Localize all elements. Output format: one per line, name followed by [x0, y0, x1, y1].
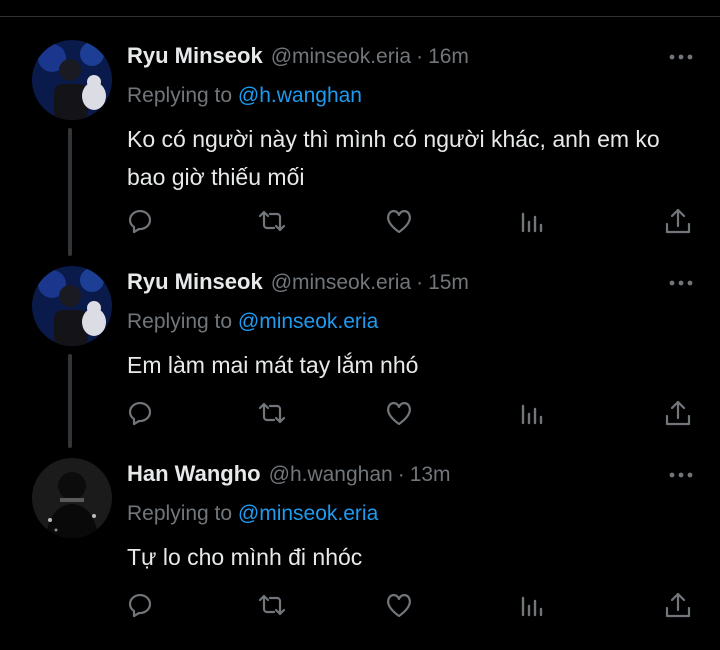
tweet-header: Ryu Minseok @minseok.eria · 15m [127, 269, 469, 301]
views-icon[interactable] [517, 206, 547, 236]
tweet-text: Tự lo cho mình đi nhóc [127, 544, 363, 570]
author-handle[interactable]: @minseok.eria [271, 45, 411, 69]
like-icon[interactable] [384, 206, 414, 236]
tweet-text: Ko có người này thì mình có người khác, … [127, 126, 660, 190]
separator: · [416, 271, 424, 294]
timestamp[interactable]: 16m [428, 45, 469, 69]
views-icon[interactable] [517, 590, 547, 620]
retweet-icon[interactable] [257, 206, 287, 236]
action-bar [0, 590, 720, 626]
mention-link[interactable]: @minseok.eria [238, 310, 378, 333]
reply-icon[interactable] [125, 398, 155, 428]
more-icon[interactable] [668, 52, 694, 62]
author-handle[interactable]: @minseok.eria [271, 271, 411, 295]
retweet-icon[interactable] [257, 590, 287, 620]
replying-to: Replying to @minseok.eria [127, 502, 378, 526]
more-icon[interactable] [668, 278, 694, 288]
avatar[interactable] [32, 458, 112, 538]
author-name[interactable]: Ryu Minseok [127, 269, 263, 295]
replying-to: Replying to @minseok.eria [127, 310, 378, 334]
reply-icon[interactable] [125, 590, 155, 620]
author-handle[interactable]: @h.wanghan [269, 463, 393, 487]
like-icon[interactable] [384, 590, 414, 620]
tweet-header: Ryu Minseok @minseok.eria · 16m [127, 43, 469, 75]
views-icon[interactable] [517, 398, 547, 428]
timestamp[interactable]: 13m [410, 463, 451, 487]
like-icon[interactable] [384, 398, 414, 428]
replying-to: Replying to @h.wanghan [127, 84, 362, 108]
avatar[interactable] [32, 40, 112, 120]
top-divider [0, 16, 720, 17]
replying-prefix: Replying to [127, 502, 238, 525]
author-name[interactable]: Han Wangho [127, 461, 261, 487]
tweet-text: Em làm mai mát tay lắm nhó [127, 352, 419, 378]
tweet[interactable]: Han Wangho @h.wanghan · 13m Replying to … [0, 458, 720, 638]
replying-prefix: Replying to [127, 84, 238, 107]
tweet[interactable]: Ryu Minseok @minseok.eria · 16m Replying… [0, 40, 720, 245]
separator: · [416, 45, 424, 68]
avatar[interactable] [32, 266, 112, 346]
share-icon[interactable] [663, 206, 693, 236]
replying-prefix: Replying to [127, 310, 238, 333]
tweet-header: Han Wangho @h.wanghan · 13m [127, 461, 451, 493]
reply-icon[interactable] [125, 206, 155, 236]
author-name[interactable]: Ryu Minseok [127, 43, 263, 69]
action-bar [0, 206, 720, 242]
timestamp[interactable]: 15m [428, 271, 469, 295]
tweet[interactable]: Ryu Minseok @minseok.eria · 15m Replying… [0, 266, 720, 446]
action-bar [0, 398, 720, 434]
more-icon[interactable] [668, 470, 694, 480]
retweet-icon[interactable] [257, 398, 287, 428]
share-icon[interactable] [663, 590, 693, 620]
mention-link[interactable]: @minseok.eria [238, 502, 378, 525]
share-icon[interactable] [663, 398, 693, 428]
separator: · [397, 463, 405, 486]
mention-link[interactable]: @h.wanghan [238, 84, 362, 107]
